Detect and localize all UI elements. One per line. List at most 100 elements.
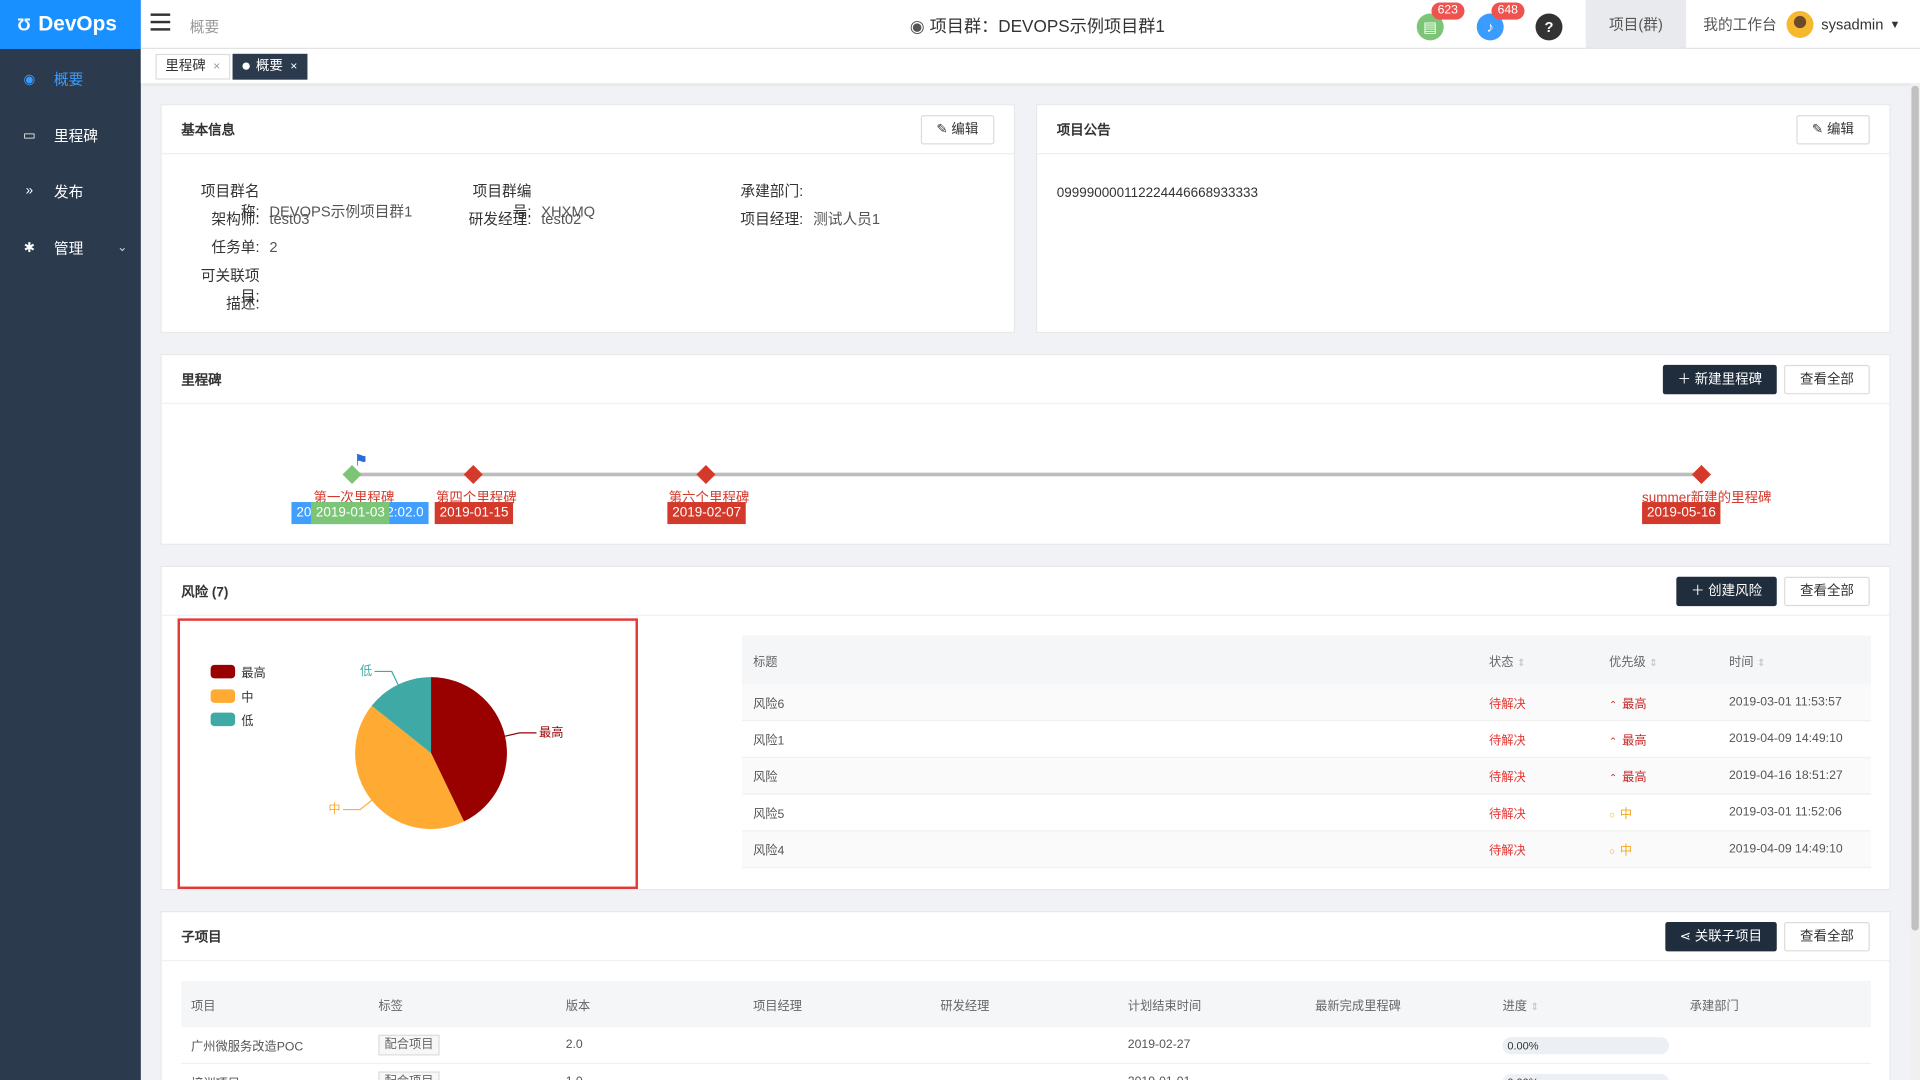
- sidebar: Ʊ DevOps ◉ 概要 ▭ 里程碑 » 发布 ✱ 管理 ⌄: [0, 0, 141, 1080]
- table-row[interactable]: 风险5 待解决 ○ 中 2019-03-01 11:52:06: [742, 795, 1872, 832]
- project-name[interactable]: 培训项目: [181, 1073, 368, 1080]
- page-title: ◉ 项目群：DEVOPS示例项目群1: [909, 15, 1165, 36]
- tab-bar: 里程碑 × 概要 ×: [140, 48, 1920, 84]
- table-row[interactable]: 风险 待解决 ⌃ 最高 2019-04-16 18:51:27: [742, 757, 1872, 795]
- column-header: 最新完成里程碑: [1315, 999, 1401, 1014]
- milestone-marker[interactable]: [463, 464, 483, 485]
- nav-project-group[interactable]: 项目(群): [1585, 0, 1687, 49]
- sidebar-item-milestones[interactable]: ▭ 里程碑: [0, 107, 141, 163]
- column-header: 版本: [565, 999, 591, 1014]
- forward-icon: »: [25, 183, 34, 199]
- column-header[interactable]: 进度 ⇕: [1493, 995, 1680, 1013]
- close-icon[interactable]: ×: [213, 60, 220, 73]
- sidebar-item-label: 概要: [53, 70, 84, 88]
- scrollbar[interactable]: [1910, 83, 1920, 1080]
- card-title: 项目公告 ✎ 编辑: [1037, 105, 1890, 155]
- tab-milestones[interactable]: 里程碑 ×: [155, 53, 231, 80]
- active-dot-icon: [242, 62, 250, 70]
- create-risk-button[interactable]: ＋ 创建风险: [1676, 576, 1777, 607]
- subproject-rows: 广州微服务改造POC配合项目2.02019-02-270.00%培训项目配合项目…: [181, 1027, 1872, 1080]
- help-button[interactable]: ?: [1535, 13, 1563, 41]
- sidebar-item-release[interactable]: » 发布: [0, 163, 141, 219]
- risk-time: 2019-03-01 11:52:06: [1728, 805, 1842, 820]
- app-window: Ʊ DevOps ◉ 概要 ▭ 里程碑 » 发布 ✱ 管理 ⌄ 概要 ◉ 项目群：…: [0, 0, 1920, 1080]
- risk-time: 2019-04-09 14:49:10: [1728, 732, 1843, 746]
- col-status[interactable]: 状态 ⇕: [1489, 651, 1609, 669]
- menu-toggle-button[interactable]: [150, 13, 171, 31]
- scrollbar-thumb[interactable]: [1911, 85, 1919, 931]
- sidebar-item-label: 发布: [53, 183, 84, 201]
- dashboard-icon: ◉: [23, 71, 36, 87]
- new-milestone-button[interactable]: ＋ 新建里程碑: [1662, 364, 1777, 395]
- risk-pie-chart: 最高 中 低 最高中 低: [177, 618, 638, 889]
- sort-icon: ⇕: [1517, 656, 1526, 668]
- column-header: 项目经理: [753, 999, 803, 1014]
- pie-chart-svg: 最高中 低: [328, 664, 563, 829]
- priority-icon: ⌃: [1608, 699, 1618, 711]
- table-row[interactable]: 风险6 待解决 ⌃ 最高 2019-03-01 11:53:57: [742, 684, 1872, 722]
- edit-announcement-button[interactable]: ✎ 编辑: [1795, 115, 1870, 145]
- card-title: 里程碑 ＋ 新建里程碑 查看全部: [161, 355, 1890, 405]
- table-row[interactable]: 风险1 待解决 ⌃ 最高 2019-04-09 14:49:10: [742, 721, 1872, 758]
- card-title: 风险 (7) ＋ 创建风险 查看全部: [161, 567, 1890, 616]
- risk-priority: ○ 中: [1608, 844, 1633, 859]
- document-icon: ▤: [1423, 18, 1438, 36]
- table-row[interactable]: 培训项目配合项目1.0 2019-01-01 0.00%: [181, 1064, 1871, 1080]
- bell-notification-button[interactable]: ♪ 648: [1476, 2, 1525, 41]
- risk-title[interactable]: 风险4: [742, 840, 1489, 858]
- table-row[interactable]: 广州微服务改造POC 配合项目 2.0 2019-02-27 0.00%: [181, 1027, 1872, 1065]
- milestone-marker[interactable]: [1691, 464, 1711, 485]
- priority-icon: ⌃: [1608, 735, 1618, 747]
- avatar: [1787, 11, 1814, 38]
- tab-overview[interactable]: 概要 ×: [232, 53, 308, 80]
- task-notification-button[interactable]: ▤ 623: [1416, 2, 1465, 41]
- user-menu[interactable]: sysadmin ▼: [1787, 11, 1900, 38]
- caret-down-icon: ▼: [1889, 18, 1901, 31]
- edit-basic-info-button[interactable]: ✎ 编辑: [920, 115, 995, 145]
- risk-status: 待解决: [1488, 697, 1526, 712]
- milestone-marker[interactable]: [696, 464, 716, 485]
- risk-time: 2019-04-16 18:51:27: [1728, 768, 1843, 783]
- table-row[interactable]: 风险4 待解决 ○ 中 2019-04-09 14:49:10: [742, 831, 1872, 869]
- risk-status: 待解决: [1488, 734, 1526, 749]
- risk-priority: ⌃ 最高: [1608, 697, 1647, 712]
- sidebar-item-overview[interactable]: ◉ 概要: [0, 50, 141, 106]
- risk-title[interactable]: 风险1: [742, 730, 1489, 748]
- project-name[interactable]: 广州微服务改造POC: [181, 1036, 368, 1054]
- view-all-risks-button[interactable]: 查看全部: [1784, 576, 1870, 607]
- risk-title[interactable]: 风险: [742, 767, 1489, 784]
- link-subproject-button[interactable]: ⋖ 关联子项目: [1664, 922, 1777, 952]
- sidebar-item-manage[interactable]: ✱ 管理 ⌄: [0, 219, 141, 275]
- edit-icon: ✎: [1811, 122, 1824, 138]
- view-all-subprojects-button[interactable]: 查看全部: [1784, 922, 1870, 952]
- help-icon: ?: [1544, 18, 1554, 36]
- card-title: 子项目 ⋖ 关联子项目 查看全部: [161, 912, 1890, 962]
- devops-logo-icon: Ʊ: [17, 14, 31, 35]
- risk-title[interactable]: 风险6: [742, 693, 1489, 711]
- pie-label-line: [343, 799, 373, 811]
- col-time[interactable]: 时间 ⇕: [1729, 651, 1871, 669]
- close-icon[interactable]: ×: [290, 60, 297, 73]
- view-all-milestones-button[interactable]: 查看全部: [1784, 364, 1870, 395]
- pie-label: 中: [328, 801, 340, 816]
- app-logo[interactable]: Ʊ DevOps: [0, 0, 141, 49]
- sidebar-item-label: 管理: [53, 239, 84, 257]
- eye-icon: ◉: [909, 15, 925, 36]
- col-title: 标题: [753, 655, 778, 670]
- risk-rows: 风险6 待解决 ⌃ 最高 2019-03-01 11:53:57 风险1 待解决 ⌃ 最高 201…: [742, 684, 1872, 869]
- sort-icon: ⇕: [1530, 1001, 1539, 1013]
- pie-label-line: [504, 732, 537, 737]
- nav-my-workspace[interactable]: 我的工作台: [1689, 0, 1792, 49]
- sort-icon: ⇕: [1757, 656, 1766, 668]
- risk-title[interactable]: 风险5: [742, 803, 1489, 821]
- app-name: DevOps: [38, 12, 117, 36]
- top-bar: 概要 ◉ 项目群：DEVOPS示例项目群1 ▤ 623 ♪ 648 ? 项目(群)…: [140, 0, 1920, 49]
- table-header: 标题 状态 ⇕ 优先级 ⇕ 时间 ⇕: [742, 635, 1872, 685]
- project-progress: 0.00%: [1493, 1036, 1680, 1054]
- project-progress: 0.00%: [1493, 1073, 1680, 1080]
- sidebar-item-label: 里程碑: [53, 126, 98, 144]
- username: sysadmin: [1821, 15, 1884, 34]
- risk-status: 待解决: [1488, 844, 1526, 859]
- col-priority[interactable]: 优先级 ⇕: [1609, 651, 1729, 669]
- card-title: 基本信息 ✎ 编辑: [161, 105, 1014, 155]
